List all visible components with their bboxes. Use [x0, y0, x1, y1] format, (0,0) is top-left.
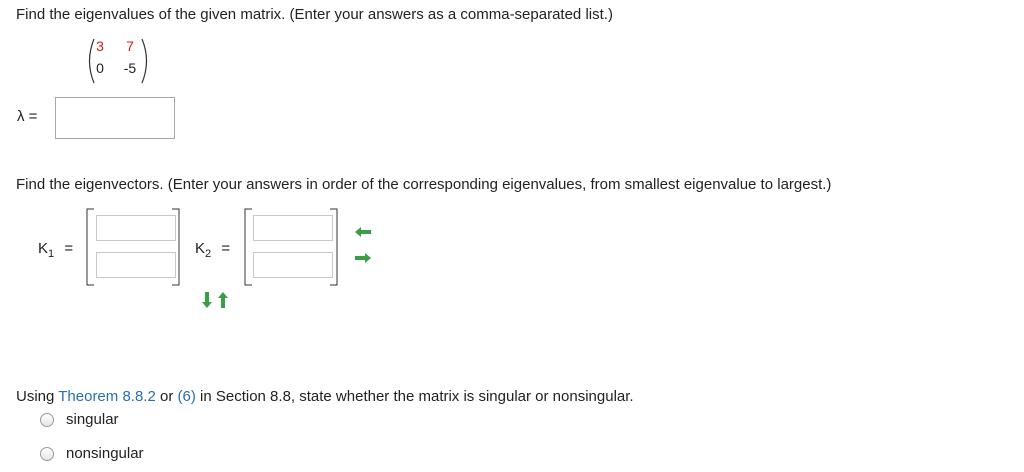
k1-component-2-input[interactable]: [96, 252, 176, 278]
matrix-entry-1-2: 7: [126, 38, 134, 54]
nonsingular-option-label[interactable]: nonsingular: [66, 445, 144, 462]
question-prefix: Using: [16, 388, 59, 405]
up-arrow-icon[interactable]: [217, 291, 229, 309]
k2-equals: =: [221, 240, 231, 257]
singular-radio[interactable]: [40, 413, 54, 427]
nonsingular-radio[interactable]: [40, 447, 54, 461]
eigenvalue-question-text: Find the eigenvalues of the given matrix…: [16, 6, 613, 23]
eigenvector-question-text: Find the eigenvectors. (Enter your answe…: [16, 176, 832, 193]
singularity-question-text: Using Theorem 8.8.2 or (6) in Section 8.…: [16, 388, 634, 405]
down-arrow-icon[interactable]: [201, 291, 213, 309]
k2-letter: K: [195, 240, 206, 257]
given-matrix: 3 7 0 -5: [84, 36, 152, 86]
left-arrow-icon[interactable]: [354, 226, 372, 238]
k2-subscript: 2: [205, 248, 212, 260]
k2-label: K2 =: [195, 240, 230, 260]
theorem-link[interactable]: Theorem 8.8.2: [58, 388, 156, 405]
k1-component-1-input[interactable]: [96, 215, 176, 241]
k2-component-1-input[interactable]: [253, 215, 333, 241]
eigenvalues-answer-input[interactable]: [55, 97, 175, 139]
question-mid: or: [155, 388, 178, 405]
right-arrow-icon[interactable]: [354, 252, 372, 264]
k1-letter: K: [38, 240, 49, 257]
k2-component-2-input[interactable]: [253, 252, 333, 278]
k1-label: K1 =: [38, 240, 73, 260]
matrix-entry-2-2: -5: [123, 60, 137, 76]
k1-subscript: 1: [48, 248, 55, 260]
singular-option-label[interactable]: singular: [66, 411, 119, 428]
matrix-entry-1-1: 3: [96, 38, 104, 54]
lambda-label: λ =: [17, 108, 38, 125]
question-suffix: in Section 8.8, state whether the matrix…: [195, 388, 634, 405]
matrix-entry-2-1: 0: [96, 60, 104, 76]
equation-link[interactable]: (6): [178, 388, 196, 405]
k1-equals: =: [64, 240, 74, 257]
